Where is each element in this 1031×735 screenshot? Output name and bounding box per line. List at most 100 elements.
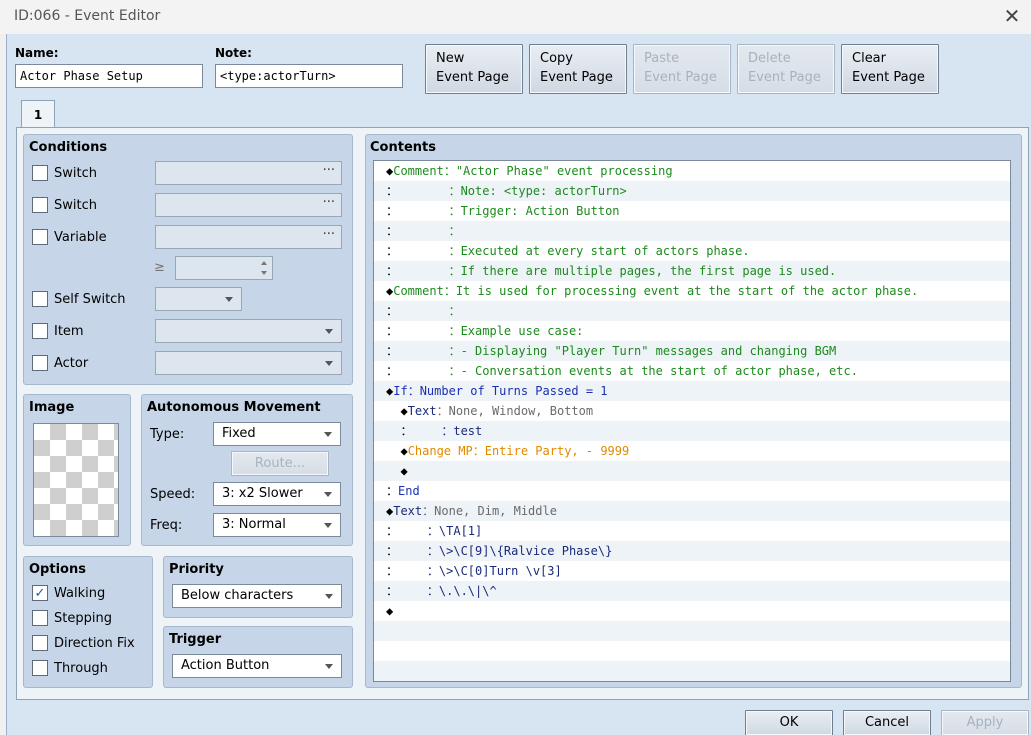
note-label: Note: [215, 46, 252, 60]
variable-select[interactable]: ··· [155, 225, 342, 249]
command-row[interactable]: ◆If：Number of Turns Passed = 1 [374, 381, 1010, 401]
self-switch-checkbox[interactable] [32, 291, 48, 307]
command-row[interactable]: ◆Text：None, Window, Bottom [374, 401, 1010, 421]
command-segment: End [398, 484, 420, 498]
command-row[interactable]: ： ：\>\C[0]Turn \v[3] [374, 561, 1010, 581]
item-checkbox[interactable] [32, 323, 48, 339]
command-row[interactable] [374, 621, 1010, 641]
actor-select[interactable] [155, 351, 342, 375]
command-row[interactable]: ◆ [374, 461, 1010, 481]
switch2-select[interactable]: ··· [155, 193, 342, 217]
switch2-checkbox[interactable] [32, 197, 48, 213]
movement-speed-select[interactable]: 3: x2 Slower [213, 482, 341, 506]
close-icon[interactable]: ✕ [999, 3, 1025, 29]
options-group: Options ✓ Walking Stepping Direction Fix… [23, 556, 153, 688]
contents-title: Contents [370, 140, 436, 155]
spin-up-icon[interactable] [261, 261, 267, 265]
command-segment: ：Example use case: [448, 324, 584, 338]
movement-freq-select[interactable]: 3: Normal [213, 513, 341, 537]
cancel-button[interactable]: Cancel [843, 710, 931, 735]
stepping-label: Stepping [54, 611, 112, 626]
trigger-select[interactable]: Action Button [172, 654, 342, 678]
speed-label: Speed: [150, 487, 196, 502]
clear-event-page-button[interactable]: Clear Event Page [841, 44, 939, 94]
command-segment: ：\.\.\|\^ [426, 584, 497, 598]
command-row[interactable]: ： ：\TA[1] [374, 521, 1010, 541]
image-group: Image [23, 394, 131, 546]
copy-event-page-button[interactable]: Copy Event Page [529, 44, 627, 94]
delete-event-page-button[interactable]: Delete Event Page [737, 44, 835, 94]
actor-checkbox[interactable] [32, 355, 48, 371]
movement-type-select[interactable]: Fixed [213, 422, 341, 446]
command-segment: ： [386, 224, 449, 238]
command-row[interactable]: ： ：- Conversation events at the start of… [374, 361, 1010, 381]
name-input[interactable]: Actor Phase Setup [15, 64, 203, 88]
command-row[interactable]: ◆ [374, 601, 1010, 621]
spin-down-icon[interactable] [261, 271, 267, 275]
movement-freq-value: 3: Normal [222, 517, 286, 532]
event-editor-client: Name: Actor Phase Setup Note: <type:acto… [6, 34, 1031, 735]
tab-page-1[interactable]: 1 [21, 100, 55, 128]
variable-label: Variable [54, 230, 107, 245]
switch2-label: Switch [54, 198, 97, 213]
command-row[interactable]: ： ：Example use case: [374, 321, 1010, 341]
command-row[interactable]: ◆Text：None, Dim, Middle [374, 501, 1010, 521]
direction-fix-checkbox[interactable] [32, 635, 48, 651]
conditions-title: Conditions [29, 140, 108, 155]
ellipsis-icon[interactable]: ··· [323, 163, 335, 178]
command-row[interactable]: ◆Comment：It is used for processing event… [374, 281, 1010, 301]
command-segment: ：Trigger: Action Button [448, 204, 620, 218]
through-checkbox[interactable] [32, 660, 48, 676]
ellipsis-icon[interactable]: ··· [323, 195, 335, 210]
switch1-select[interactable]: ··· [155, 161, 342, 185]
walking-checkbox[interactable]: ✓ [32, 585, 48, 601]
new-event-page-button[interactable]: New Event Page [425, 44, 523, 94]
command-segment: Change MP [407, 444, 473, 458]
self-switch-select[interactable] [155, 287, 242, 311]
image-title: Image [29, 400, 75, 415]
command-row[interactable]: ： ： [374, 221, 1010, 241]
ok-button[interactable]: OK [745, 710, 833, 735]
item-select[interactable] [155, 319, 342, 343]
event-image-preview[interactable] [33, 423, 119, 537]
priority-select[interactable]: Below characters [172, 584, 342, 608]
command-row[interactable]: ◆Comment："Actor Phase" event processing [374, 161, 1010, 181]
command-row[interactable]: ◆Change MP：Entire Party, - 9999 [374, 441, 1010, 461]
command-row[interactable]: ： ：Executed at every start of actors pha… [374, 241, 1010, 261]
copy-button-line2: Event Page [540, 70, 613, 85]
command-row[interactable]: ： ：If there are multiple pages, the firs… [374, 261, 1010, 281]
ellipsis-icon[interactable]: ··· [323, 227, 335, 242]
actor-label: Actor [54, 356, 89, 371]
direction-fix-label: Direction Fix [54, 636, 135, 651]
command-segment: ： [448, 304, 461, 318]
variable-checkbox[interactable] [32, 229, 48, 245]
command-row[interactable] [374, 661, 1010, 681]
command-row[interactable]: ： ： [374, 301, 1010, 321]
variable-value-spinner[interactable] [175, 256, 273, 280]
stepping-checkbox[interactable] [32, 610, 48, 626]
command-row[interactable]: ： ：test [374, 421, 1010, 441]
note-input[interactable]: <type:actorTurn> [215, 64, 403, 88]
command-segment: ： [386, 304, 449, 318]
command-row[interactable]: ： ：Note: <type: actorTurn> [374, 181, 1010, 201]
route-button[interactable]: Route... [231, 451, 329, 476]
priority-title: Priority [169, 562, 224, 577]
command-row[interactable]: ： ：- Displaying "Player Turn" messages a… [374, 341, 1010, 361]
paste-event-page-button[interactable]: Paste Event Page [633, 44, 731, 94]
chevron-down-icon [324, 432, 332, 437]
chevron-down-icon [324, 492, 332, 497]
movement-speed-value: 3: x2 Slower [222, 486, 303, 501]
switch1-checkbox[interactable] [32, 165, 48, 181]
event-command-list[interactable]: ◆Comment："Actor Phase" event processing：… [373, 160, 1011, 682]
new-button-line1: New [436, 51, 465, 66]
command-segment: ：Number of Turns Passed = 1 [407, 384, 608, 398]
command-row[interactable]: ：End [374, 481, 1010, 501]
command-segment: ：\TA[1] [426, 524, 483, 538]
command-row[interactable]: ： ：\>\C[9]\{Ralvice Phase\} [374, 541, 1010, 561]
chevron-down-icon [225, 297, 233, 302]
command-row[interactable] [374, 641, 1010, 661]
command-row[interactable]: ： ：\.\.\|\^ [374, 581, 1010, 601]
paste-button-line1: Paste [644, 51, 680, 66]
apply-button[interactable]: Apply [941, 710, 1029, 735]
command-row[interactable]: ： ：Trigger: Action Button [374, 201, 1010, 221]
